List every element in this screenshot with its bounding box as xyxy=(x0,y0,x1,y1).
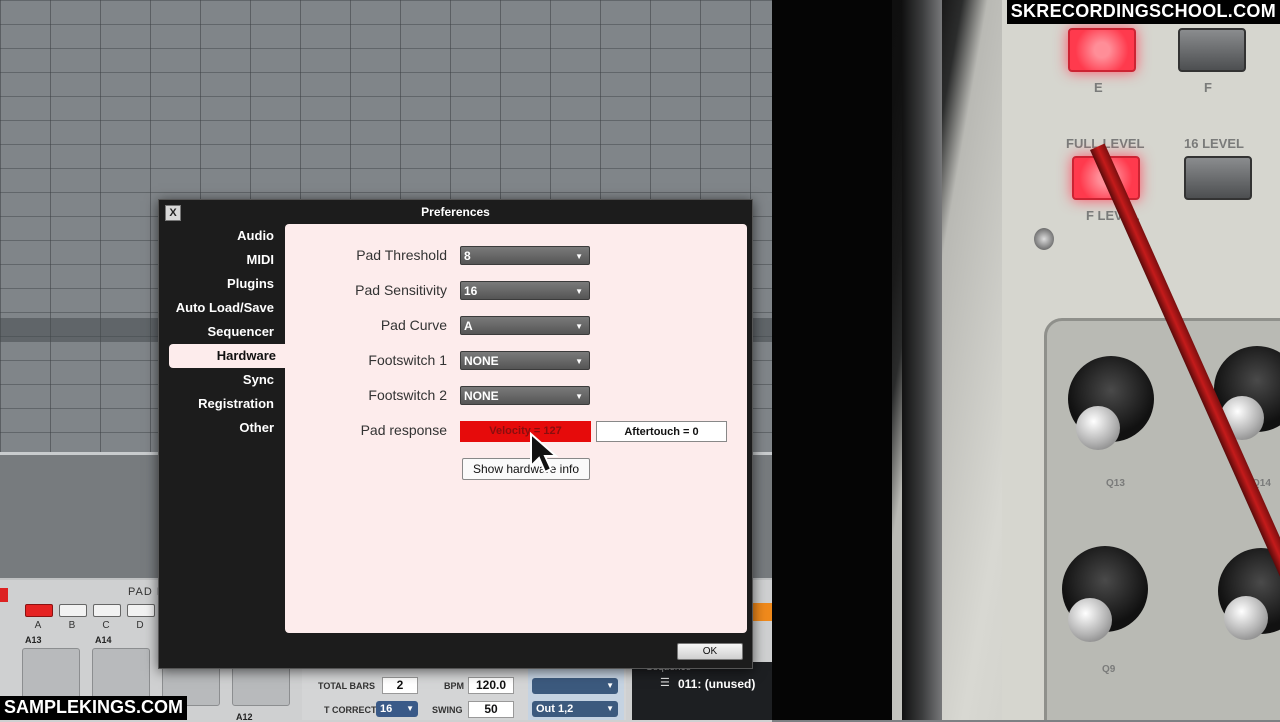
hardware-photo: E F FULL LEVEL 16 LEVEL F LEVEL Q13 Q14 … xyxy=(772,0,1280,720)
chevron-down-icon: ▼ xyxy=(575,322,583,331)
pad-threshold-label: Pad Threshold xyxy=(356,247,447,263)
footswitch-1-value: NONE xyxy=(464,354,499,368)
chevron-down-icon: ▼ xyxy=(606,681,614,690)
swing-value[interactable]: 50 xyxy=(468,701,514,718)
hardware-label-e: E xyxy=(1094,80,1103,95)
photo-shadow xyxy=(772,0,892,720)
bank-c-button[interactable] xyxy=(93,604,121,617)
bank-a-label: A xyxy=(34,620,42,631)
nav-item-auto-load-save[interactable]: Auto Load/Save xyxy=(169,296,285,320)
nav-item-hardware[interactable]: Hardware xyxy=(169,344,287,368)
chevron-down-icon: ▼ xyxy=(575,392,583,401)
preferences-nav: Audio MIDI Plugins Auto Load/Save Sequen… xyxy=(169,224,287,440)
swing-label: SWING xyxy=(432,705,463,715)
knob-label-q9: Q9 xyxy=(1102,664,1116,675)
chevron-down-icon: ▼ xyxy=(575,287,583,296)
t-correct-label: T CORRECT xyxy=(324,705,377,715)
output-select[interactable]: Out 1,2 ▼ xyxy=(532,701,618,717)
hardware-label-16-level: 16 LEVEL xyxy=(1184,136,1244,151)
bank-b-button[interactable] xyxy=(59,604,87,617)
pad-threshold-value: 8 xyxy=(464,249,471,263)
velocity-display: Velocity = 127 xyxy=(460,421,591,442)
bank-c-label: C xyxy=(102,620,110,631)
bank-d-button[interactable] xyxy=(127,604,155,617)
orange-indicator xyxy=(750,603,772,621)
pad-sensitivity-select[interactable]: 16 ▼ xyxy=(460,281,590,300)
total-bars-value[interactable]: 2 xyxy=(382,677,418,694)
pad-sensitivity-value: 16 xyxy=(464,284,478,298)
nav-item-audio[interactable]: Audio xyxy=(169,224,285,248)
bank-d-label: D xyxy=(136,620,144,631)
sequence-value[interactable]: 011: (unused) xyxy=(678,677,755,691)
bank-a-button[interactable] xyxy=(25,604,53,617)
hardware-button-e xyxy=(1068,28,1136,72)
chevron-down-icon: ▼ xyxy=(606,704,614,713)
sequence-icon: ☰ xyxy=(660,677,670,689)
chevron-down-icon: ▼ xyxy=(575,252,583,261)
ok-button[interactable]: OK xyxy=(677,643,743,660)
nav-item-registration[interactable]: Registration xyxy=(169,392,285,416)
footswitch-1-select[interactable]: NONE ▼ xyxy=(460,351,590,370)
pad-curve-value: A xyxy=(464,319,473,333)
hardware-label-f: F xyxy=(1204,80,1212,95)
screw-icon xyxy=(1034,228,1054,250)
knob-label-q13: Q13 xyxy=(1106,478,1125,489)
pad-curve-label: Pad Curve xyxy=(380,317,447,333)
pad-threshold-select[interactable]: 8 ▼ xyxy=(460,246,590,265)
knob-cap-icon xyxy=(1076,406,1120,450)
knob-cap-icon xyxy=(1068,598,1112,642)
chevron-down-icon: ▼ xyxy=(406,704,414,713)
pad-label: A12 xyxy=(236,712,253,722)
footswitch-2-label: Footswitch 2 xyxy=(368,387,447,403)
show-hardware-info-button[interactable]: Show hardware info xyxy=(462,458,590,480)
output-panel: ▼ Out 1,2 ▼ xyxy=(528,666,624,720)
nav-item-other[interactable]: Other xyxy=(169,416,285,440)
record-indicator xyxy=(0,588,8,602)
knob-cap-icon xyxy=(1224,596,1268,640)
t-correct-value: 16 xyxy=(380,703,393,715)
output-value: Out 1,2 xyxy=(536,703,574,715)
bpm-label: BPM xyxy=(444,681,464,691)
hardware-button-16-level xyxy=(1184,156,1252,200)
dialog-title: Preferences xyxy=(421,205,490,219)
bank-b-label: B xyxy=(68,620,76,631)
footswitch-1-label: Footswitch 1 xyxy=(368,352,447,368)
aftertouch-display: Aftertouch = 0 xyxy=(596,421,727,442)
bpm-value[interactable]: 120.0 xyxy=(468,677,514,694)
t-correct-select[interactable]: 16 ▼ xyxy=(376,701,418,717)
footswitch-2-value: NONE xyxy=(464,389,499,403)
footswitch-2-select[interactable]: NONE ▼ xyxy=(460,386,590,405)
pad-label: A13 xyxy=(25,635,42,645)
nav-item-sequencer[interactable]: Sequencer xyxy=(169,320,285,344)
pad-sensitivity-label: Pad Sensitivity xyxy=(355,282,447,298)
output-select-top[interactable]: ▼ xyxy=(532,678,618,694)
nav-item-sync[interactable]: Sync xyxy=(169,368,285,392)
hardware-button-f xyxy=(1178,28,1246,72)
pad-curve-select[interactable]: A ▼ xyxy=(460,316,590,335)
pad-response-label: Pad response xyxy=(360,422,447,438)
watermark-top: SKRECORDINGSCHOOL.COM xyxy=(1006,0,1280,24)
total-bars-label: TOTAL BARS xyxy=(318,681,376,691)
device-casing xyxy=(902,0,942,720)
preferences-dialog: X Preferences Audio MIDI Plugins Auto Lo… xyxy=(158,199,753,669)
nav-item-midi[interactable]: MIDI xyxy=(169,248,285,272)
chevron-down-icon: ▼ xyxy=(575,357,583,366)
nav-item-plugins[interactable]: Plugins xyxy=(169,272,285,296)
pad-label: A14 xyxy=(95,635,112,645)
watermark-bottom: SAMPLEKINGS.COM xyxy=(0,696,188,720)
sequence-panel: Sequence ☰ 011: (unused) xyxy=(632,662,772,720)
mouse-cursor-icon xyxy=(530,432,559,474)
hardware-settings-panel: Pad Threshold 8 ▼ Pad Sensitivity 16 ▼ P… xyxy=(285,224,747,633)
